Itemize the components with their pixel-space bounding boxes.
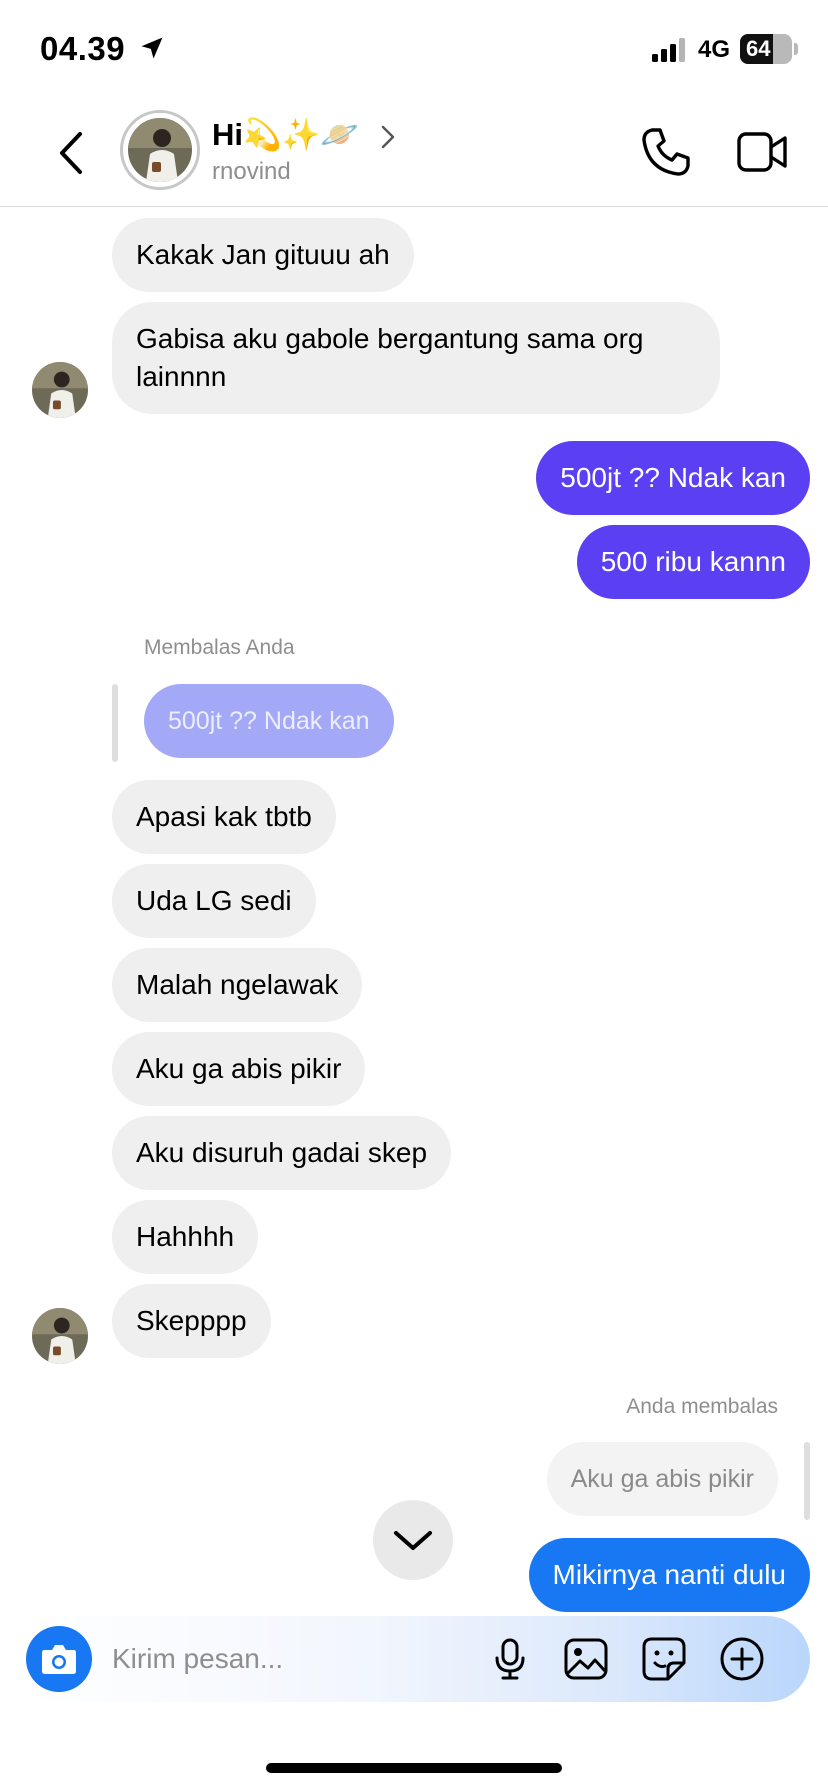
battery-percent: 64 (746, 36, 771, 61)
battery-icon: 64 (740, 34, 792, 64)
status-time: 04.39 (40, 30, 126, 67)
battery-cap (794, 43, 798, 55)
message-incoming[interactable]: Skepppp (112, 1284, 271, 1358)
contact-username[interactable]: rnovind (212, 158, 291, 186)
message-incoming[interactable]: Hahhhh (112, 1200, 259, 1274)
location-arrow-icon (141, 37, 163, 59)
avatar-photo (32, 1308, 88, 1364)
microphone-icon[interactable] (486, 1635, 534, 1683)
message-incoming[interactable]: Aku disuruh gadai skep (112, 1116, 452, 1190)
status-bar: 04.39 4G 64 (0, 0, 828, 100)
chevron-right-icon[interactable] (380, 124, 396, 150)
message-incoming[interactable]: Apasi kak tbtb (112, 780, 336, 854)
message-outgoing[interactable]: Mikirnya nanti dulu (528, 1538, 810, 1612)
reply-label: Membalas Anda (144, 636, 295, 659)
message-incoming[interactable]: Gabisa aku gabole bergantung sama org la… (112, 302, 720, 414)
message-incoming[interactable]: Kakak Jan gituuu ah (112, 218, 414, 292)
reply-label: Anda membalas (626, 1395, 778, 1418)
home-indicator[interactable] (266, 1763, 562, 1773)
avatar-photo (128, 118, 192, 182)
message-outgoing[interactable]: 500jt ?? Ndak kan (536, 441, 810, 515)
message-incoming[interactable]: Uda LG sedi (112, 864, 316, 938)
message-incoming[interactable]: Aku ga abis pikir (112, 1032, 366, 1106)
chevron-down-icon (394, 1531, 432, 1550)
phone-icon[interactable] (640, 126, 692, 178)
avatar-photo (32, 362, 88, 418)
network-label: 4G (698, 36, 731, 63)
reply-bar (804, 1442, 810, 1520)
plus-icon[interactable] (718, 1635, 766, 1683)
contact-avatar[interactable] (120, 110, 200, 190)
chat-header: Hi💫✨🪐 rnovind (0, 100, 828, 207)
message-outgoing[interactable]: 500 ribu kannn (576, 525, 810, 599)
camera-icon (42, 1645, 76, 1674)
contact-title[interactable]: Hi💫✨🪐 (212, 116, 359, 153)
sticker-icon[interactable] (640, 1635, 688, 1683)
signal-icon (652, 38, 685, 62)
message-composer (16, 1616, 810, 1702)
sender-avatar[interactable] (32, 1308, 88, 1364)
message-incoming[interactable]: Malah ngelawak (112, 948, 363, 1022)
reply-bar (112, 684, 118, 762)
camera-button[interactable] (26, 1626, 92, 1692)
quoted-message[interactable]: 500jt ?? Ndak kan (144, 684, 394, 758)
sender-avatar[interactable] (32, 362, 88, 418)
scroll-to-bottom-button[interactable] (373, 1500, 453, 1580)
gallery-icon[interactable] (562, 1635, 610, 1683)
back-chevron-icon[interactable] (52, 128, 92, 178)
quoted-message[interactable]: Aku ga abis pikir (546, 1442, 778, 1516)
message-input[interactable] (112, 1636, 472, 1682)
video-camera-icon[interactable] (736, 130, 788, 174)
